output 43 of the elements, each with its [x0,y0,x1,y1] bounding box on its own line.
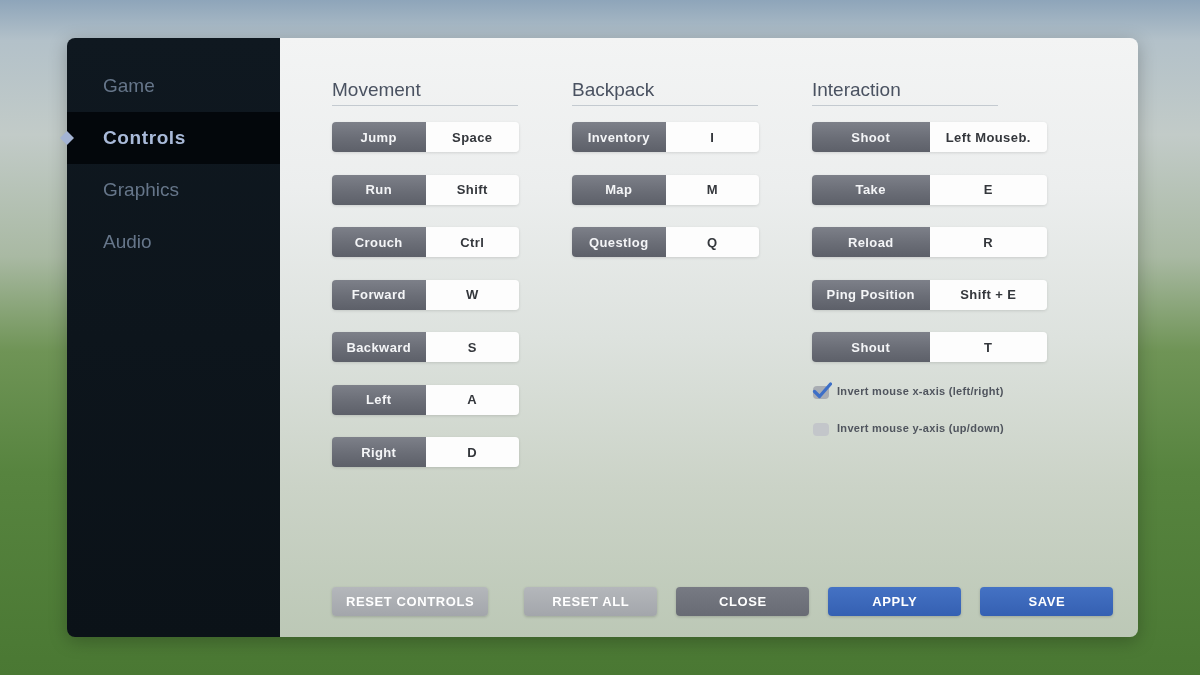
key-binding-button[interactable]: S [425,332,519,362]
footer-button[interactable]: CLOSE [676,587,810,616]
action-label: Forward [332,279,426,310]
key-binding-button[interactable]: T [929,332,1047,362]
action-label: Backward [332,332,426,362]
section-heading: Backpack [572,79,758,106]
key-binding-button[interactable]: D [425,437,519,467]
key-binding-button[interactable]: I [665,122,759,152]
section-heading: Interaction [812,79,998,106]
action-label: Shout [812,332,930,362]
key-binding-button[interactable]: Left Mouseb. [929,122,1047,152]
action-label: Inventory [572,122,666,152]
key-binding-button[interactable]: Shift [425,174,519,205]
action-label: Shoot [812,122,930,152]
section-heading: Movement [332,79,518,106]
action-label: Map [572,174,666,205]
footer-button[interactable]: APPLY [828,587,962,616]
key-binding-button[interactable]: E [929,174,1047,205]
sidebar-tab[interactable]: Game [67,60,280,112]
sidebar-tab[interactable]: Audio [67,216,280,268]
diamond-marker-icon [60,131,74,145]
option-label: Invert mouse y-axis (up/down) [837,422,1004,434]
action-label: Right [332,437,426,467]
key-binding-button[interactable]: Shift + E [929,279,1047,310]
key-binding-button[interactable]: Ctrl [425,227,519,257]
action-label: Crouch [332,227,426,257]
action-label: Run [332,174,426,205]
action-label: Left [332,384,426,415]
key-binding-button[interactable]: Q [665,227,759,257]
action-label: Ping Position [812,279,930,310]
action-label: Reload [812,227,930,257]
action-label: Take [812,174,930,205]
key-binding-button[interactable]: Space [425,122,519,152]
key-binding-button[interactable]: R [929,227,1047,257]
key-binding-button[interactable]: W [425,279,519,310]
action-label: Questlog [572,227,666,257]
option-label: Invert mouse x-axis (left/right) [837,385,1004,397]
checkbox[interactable] [812,382,832,400]
key-binding-button[interactable]: M [665,174,759,205]
footer-button[interactable]: SAVE [980,587,1114,616]
action-label: Jump [332,122,426,152]
sidebar-tab[interactable]: Graphics [67,164,280,216]
key-binding-button[interactable]: A [425,384,519,415]
